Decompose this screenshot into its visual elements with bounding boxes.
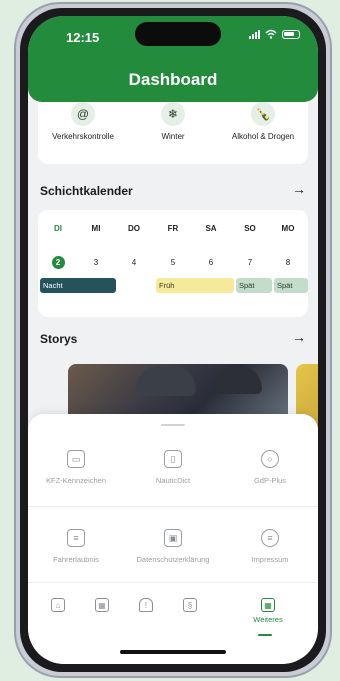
police-cap-image <box>216 366 262 394</box>
category-label: Alkohol & Drogen <box>231 132 295 141</box>
weekday-header: SA <box>205 224 217 233</box>
day-number[interactable]: 5 <box>154 258 192 267</box>
tile-datenschutzerklaerung[interactable]: ▣ Datenschutzerklärung <box>125 529 221 564</box>
shift-spaet[interactable]: Spät <box>236 278 272 293</box>
house-icon: ⌂ <box>51 598 65 612</box>
day-number[interactable]: 3 <box>77 258 115 267</box>
paragraph-icon: § <box>183 598 197 612</box>
car-icon: ▭ <box>67 450 85 468</box>
grid-icon: ▦ <box>261 598 275 612</box>
document-icon: ≡ <box>261 529 279 547</box>
siren-icon: ! <box>139 598 153 612</box>
tab-alert[interactable]: ! <box>128 598 164 612</box>
day-number[interactable]: 6 <box>192 258 230 267</box>
schichtkalender-title: Schichtkalender <box>40 184 133 198</box>
tab-more[interactable]: ▦ Weiteres <box>246 598 290 624</box>
app-header: 12:15 Dashboard <box>28 16 318 102</box>
book-icon: ▯ <box>164 450 182 468</box>
tab-bar: ⌂ ▦ ! § ▦ Weiteres <box>28 586 318 646</box>
weekday-header: FR <box>167 224 179 233</box>
sheet-handle[interactable] <box>161 424 185 426</box>
tab-label: Weiteres <box>253 615 283 624</box>
tab-home[interactable]: ⌂ <box>40 598 76 612</box>
tile-label: NauticDict <box>155 476 191 485</box>
battery-icon <box>282 29 300 39</box>
tile-label: KFZ-Kennzeichen <box>45 476 107 485</box>
snowflake-icon: ❄ <box>161 102 185 126</box>
day-number[interactable]: 8 <box>269 258 307 267</box>
shift-spaet[interactable]: Spät <box>274 278 308 293</box>
folder-lock-icon: ▣ <box>164 529 182 547</box>
shift-frueh[interactable]: Früh <box>156 278 234 293</box>
page-title: Dashboard <box>128 70 218 89</box>
tile-kfz-kennzeichen[interactable]: ▭ KFZ-Kennzeichen <box>28 450 124 485</box>
category-label: Verkehrskontrolle <box>52 132 114 141</box>
status-icons <box>249 29 300 39</box>
day-number[interactable]: 4 <box>115 258 153 267</box>
tile-label: Impressum <box>251 555 289 564</box>
storys-title: Storys <box>40 332 78 346</box>
tile-fahrerlaubnis[interactable]: ≡ Fahrerlaubnis <box>28 529 124 564</box>
signal-icon <box>249 29 260 39</box>
tile-impressum[interactable]: ≡ Impressum <box>222 529 318 564</box>
bottles-icon: 🍾 <box>251 102 275 126</box>
divider <box>28 506 318 507</box>
id-card-icon: ≡ <box>67 529 85 547</box>
schichtkalender-arrow-icon[interactable]: → <box>292 181 306 197</box>
category-label: Winter <box>161 132 185 141</box>
badge-icon: ○ <box>261 450 279 468</box>
shift-nacht[interactable]: Nacht <box>40 278 116 293</box>
tab-law[interactable]: § <box>172 598 208 612</box>
at-sign-icon: @ <box>71 102 95 126</box>
tile-nauticdict[interactable]: ▯ NauticDict <box>125 450 221 485</box>
tab-calendar[interactable]: ▦ <box>84 598 120 612</box>
tile-label: Datenschutzerklärung <box>136 555 210 564</box>
weekday-header: SO <box>244 224 256 233</box>
police-cap-image <box>136 366 196 396</box>
tile-label: GdP-Plus <box>253 476 287 485</box>
wifi-icon <box>265 29 277 39</box>
screen: @ Verkehrskontrolle ❄ Winter 🍾 Alkohol &… <box>28 16 318 664</box>
status-time: 12:15 <box>66 30 100 45</box>
day-number: 2 <box>51 256 65 269</box>
shift-calendar[interactable]: DI MI DO FR SA SO MO 2 3 4 5 6 7 8 Nacht… <box>38 210 308 317</box>
weekday-header: DO <box>128 224 140 233</box>
divider <box>28 582 318 583</box>
tile-gdp-plus[interactable]: ○ GdP-Plus <box>222 450 318 485</box>
day-number-today[interactable]: 2 <box>39 256 77 269</box>
calendar-icon: ▦ <box>95 598 109 612</box>
weekday-header: DI <box>54 224 62 233</box>
tile-label: Fahrerlaubnis <box>53 555 99 564</box>
weekday-header: MI <box>91 224 101 233</box>
dynamic-island <box>135 22 221 46</box>
day-number[interactable]: 7 <box>231 258 269 267</box>
home-indicator <box>120 650 226 654</box>
storys-arrow-icon[interactable]: → <box>292 329 306 345</box>
active-tab-indicator <box>258 634 272 636</box>
weekday-header: MO <box>281 224 295 233</box>
